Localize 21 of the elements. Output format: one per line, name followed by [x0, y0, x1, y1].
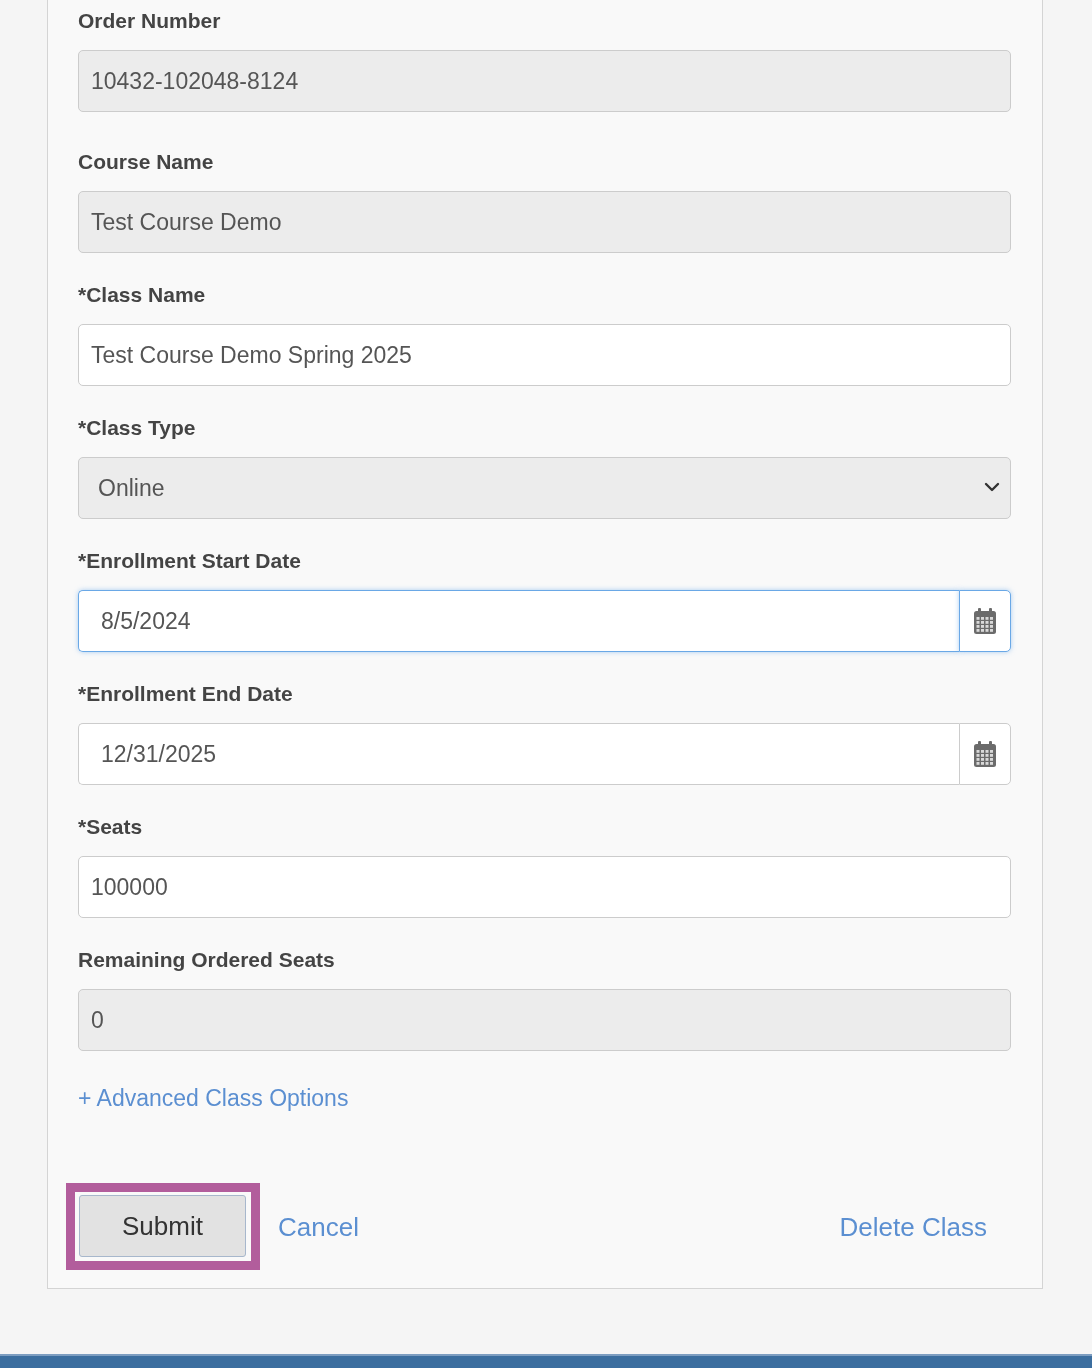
field-label: *Enrollment Start Date: [78, 548, 302, 574]
date-field[interactable]: 12/31/2025: [78, 723, 959, 785]
field-label: *Class Type: [78, 415, 197, 441]
field-label: *Enrollment End Date: [78, 681, 294, 707]
calendar-icon: [974, 608, 996, 634]
field-label: Remaining Ordered Seats: [78, 947, 336, 973]
calendar-icon: [974, 741, 996, 767]
input-field[interactable]: Test Course Demo Spring 2025: [78, 324, 1011, 386]
field-label: Order Number: [78, 8, 222, 34]
input-field[interactable]: 100000: [78, 856, 1011, 918]
chevron-down-icon: [984, 481, 1000, 493]
delete-link[interactable]: Delete Class: [839, 1209, 987, 1244]
field-label: Course Name: [78, 149, 215, 175]
field-label: *Seats: [78, 814, 144, 840]
date-field[interactable]: 8/5/2024: [78, 590, 959, 652]
submit-button[interactable]: Submit: [79, 1195, 246, 1257]
field-label: *Class Name: [78, 282, 207, 308]
advanced-options-link[interactable]: + Advanced Class Options: [78, 1083, 349, 1113]
cancel-link[interactable]: Cancel: [278, 1209, 359, 1244]
calendar-button[interactable]: [959, 723, 1011, 785]
calendar-button[interactable]: [959, 590, 1011, 652]
